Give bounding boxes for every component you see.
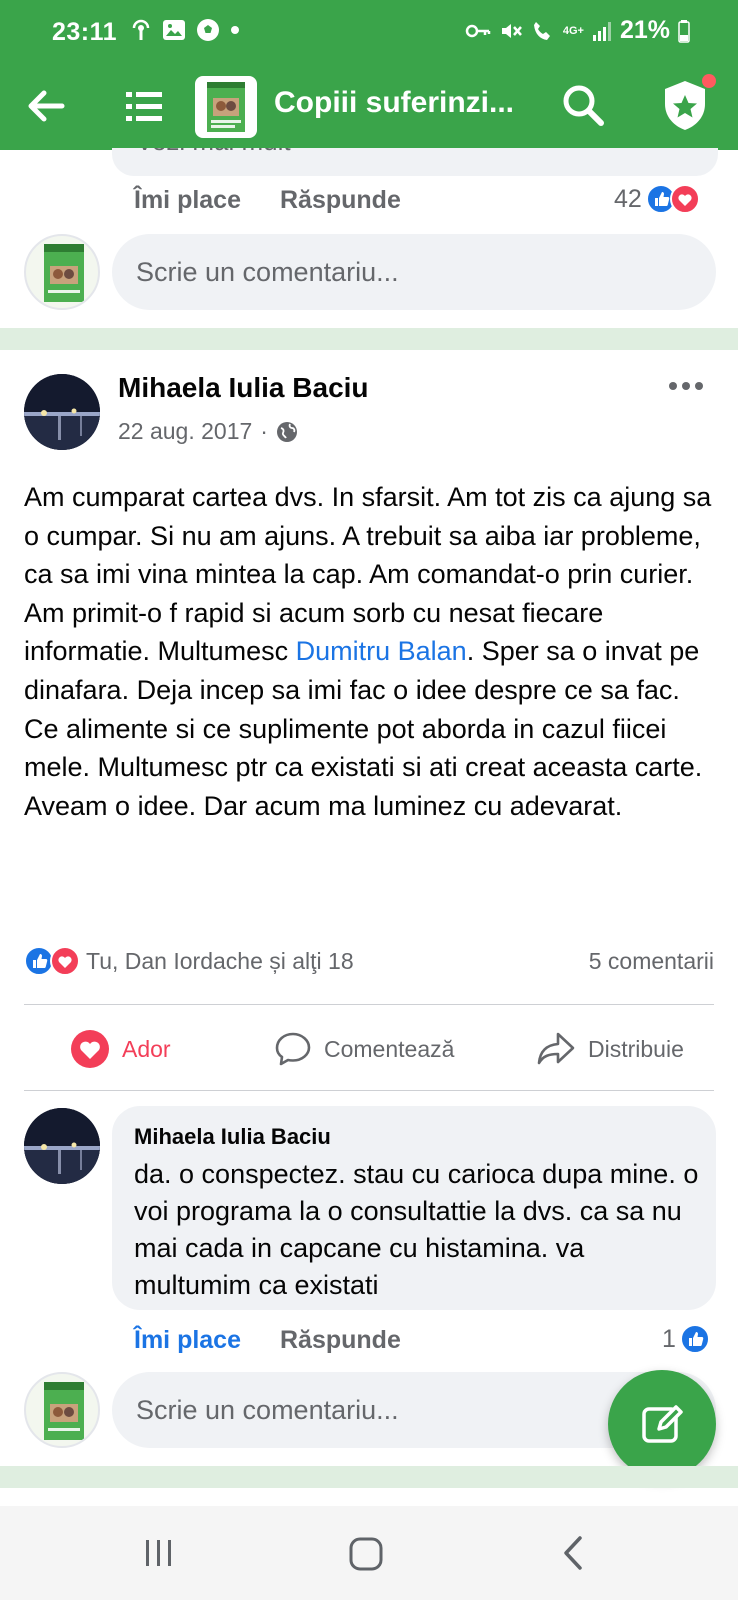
notification-dot — [702, 74, 716, 88]
reaction-count-text: 42 — [614, 184, 642, 213]
post-meta: 22 aug. 2017 · — [118, 418, 298, 445]
wifi-calling-icon — [533, 21, 550, 40]
system-nav-bar — [0, 1506, 738, 1600]
write-comment-input[interactable]: Scrie un comentariu... — [112, 234, 716, 310]
menu-icon[interactable] — [126, 84, 162, 128]
app-bar: Copiii suferinzi... — [0, 62, 738, 150]
comment-like-label: Îmi place — [134, 1326, 241, 1354]
globe-icon — [276, 421, 297, 442]
mute-icon — [501, 23, 522, 38]
comment-bubble-icon — [275, 1032, 311, 1066]
key-icon — [465, 24, 491, 37]
home-icon[interactable] — [348, 1536, 384, 1572]
comments-count[interactable]: 5 comentarii — [589, 948, 714, 975]
author-avatar[interactable] — [24, 374, 100, 450]
actions-bottom-divider — [24, 1090, 714, 1091]
back-icon[interactable] — [560, 1534, 586, 1572]
post-date[interactable]: 22 aug. 2017 — [118, 418, 252, 445]
recent-apps-icon[interactable] — [142, 1536, 176, 1570]
love-reaction-icon — [50, 946, 80, 976]
comment-author-name[interactable]: Mihaela Iulia Baciu — [134, 1124, 331, 1150]
back-arrow-icon[interactable] — [22, 82, 70, 130]
comment-label: Comentează — [324, 1035, 455, 1062]
comment-text: da. o conspectez. stau cu carioca dupa m… — [134, 1159, 699, 1300]
search-icon[interactable] — [560, 82, 606, 128]
book-cover-icon — [44, 1382, 84, 1440]
actions-top-divider — [24, 1004, 714, 1005]
post-author-name[interactable]: Mihaela Iulia Baciu — [118, 372, 369, 404]
my-avatar — [24, 1372, 100, 1448]
date-separator: · — [260, 418, 268, 444]
love-reaction-icon — [71, 1030, 109, 1068]
post-separator — [0, 328, 738, 350]
shield-star-icon[interactable] — [660, 78, 710, 132]
profile-photo-icon — [24, 374, 100, 450]
profile-photo-icon — [24, 1108, 100, 1184]
reaction-count-text: 1 — [662, 1324, 676, 1353]
group-title[interactable]: Copiii suferinzi... — [274, 86, 524, 120]
comment-button[interactable]: Comentează — [274, 1024, 454, 1074]
comment-like-link[interactable]: Îmi place — [134, 1326, 241, 1355]
share-label: Distribuie — [588, 1035, 684, 1062]
like-reaction-icon — [679, 1324, 710, 1354]
comment-reply-link[interactable]: Răspunde — [280, 1326, 401, 1355]
gallery-icon — [163, 20, 185, 40]
hotspot-icon — [132, 19, 150, 40]
share-button[interactable]: Distribuie — [536, 1024, 684, 1074]
battery-percent: 21% — [619, 16, 670, 44]
previous-comment-bubble: Vezi mai mult — [112, 148, 718, 176]
battery-icon — [678, 19, 690, 43]
compose-button[interactable] — [608, 1370, 716, 1478]
love-button[interactable]: Ador — [70, 1024, 171, 1074]
love-label: Ador — [122, 1035, 171, 1062]
commenter-avatar[interactable] — [24, 1108, 100, 1184]
reply-link[interactable]: Răspunde — [280, 186, 401, 215]
edit-pencil-icon — [642, 1405, 683, 1443]
book-cover-icon — [44, 244, 84, 302]
see-more-link[interactable]: Vezi mai mult — [136, 148, 291, 157]
book-cover-icon — [207, 82, 245, 132]
love-reaction-icon — [669, 184, 700, 214]
soccer-ball-icon — [197, 19, 219, 41]
post-separator — [0, 1466, 738, 1488]
comment-reaction-count[interactable]: 42 — [614, 184, 700, 214]
post-text: Am cumparat cartea dvs. In sfarsit. Am t… — [24, 478, 720, 825]
like-link[interactable]: Îmi place — [134, 186, 241, 215]
dot-icon — [231, 26, 239, 34]
comment-bubble: Mihaela Iulia Baciu da. o conspectez. st… — [112, 1106, 716, 1310]
more-options-icon[interactable] — [668, 380, 704, 392]
share-arrow-icon — [537, 1032, 575, 1065]
mention-link[interactable]: Dumitru Balan — [296, 636, 467, 666]
group-thumbnail[interactable] — [195, 76, 257, 138]
reaction-summary[interactable]: Tu, Dan Iordache și alţi 18 — [24, 946, 354, 976]
status-bar: 23:11 4G+ 21% — [0, 0, 738, 62]
network-type: 4G+ — [562, 24, 584, 37]
status-time: 23:11 — [52, 18, 118, 46]
reactions-text: Tu, Dan Iordache și alţi 18 — [86, 947, 354, 974]
comment-reaction-count[interactable]: 1 — [662, 1324, 710, 1354]
my-avatar — [24, 234, 100, 310]
signal-icon — [592, 21, 611, 41]
